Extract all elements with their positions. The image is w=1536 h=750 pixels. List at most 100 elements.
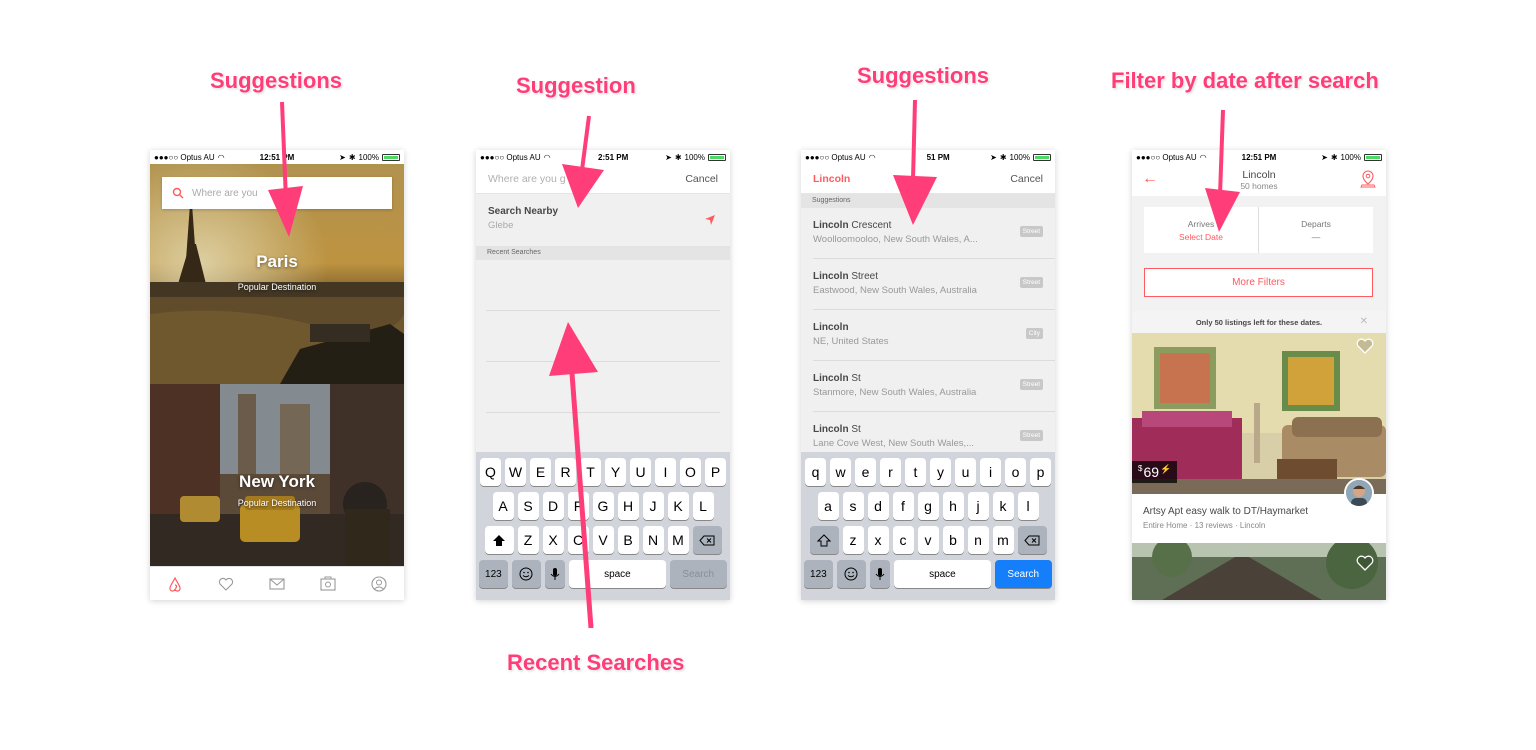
key[interactable]: s xyxy=(842,492,864,520)
key[interactable]: S xyxy=(517,492,539,520)
key[interactable]: y xyxy=(930,458,951,486)
search-key[interactable]: Search xyxy=(994,560,1052,588)
key[interactable]: w xyxy=(830,458,851,486)
key[interactable]: a xyxy=(817,492,839,520)
key[interactable]: V xyxy=(592,526,614,554)
key[interactable]: G xyxy=(592,492,614,520)
microphone-key-icon[interactable] xyxy=(869,560,891,588)
page-title: Lincoln xyxy=(1242,169,1276,181)
key[interactable]: X xyxy=(542,526,564,554)
key[interactable]: o xyxy=(1005,458,1026,486)
close-icon[interactable]: ✕ xyxy=(1360,316,1368,327)
key[interactable]: A xyxy=(492,492,514,520)
profile-icon[interactable] xyxy=(370,575,388,593)
key[interactable]: P xyxy=(705,458,726,486)
heart-icon[interactable] xyxy=(1356,338,1374,354)
numbers-key[interactable]: 123 xyxy=(804,560,833,588)
key[interactable]: t xyxy=(905,458,926,486)
heart-icon[interactable] xyxy=(1356,555,1374,571)
key[interactable]: m xyxy=(992,526,1014,554)
key[interactable]: Y xyxy=(605,458,626,486)
departs-date-button[interactable]: Departs — xyxy=(1259,207,1373,253)
space-key[interactable]: space xyxy=(569,560,666,588)
host-avatar[interactable] xyxy=(1344,478,1374,508)
carrier-label: ●●●○○ Optus AU xyxy=(480,152,541,162)
key[interactable]: U xyxy=(630,458,651,486)
key[interactable]: Z xyxy=(517,526,539,554)
key[interactable]: e xyxy=(855,458,876,486)
key[interactable]: g xyxy=(917,492,939,520)
key[interactable]: L xyxy=(692,492,714,520)
search-nearby-item[interactable]: Search Nearby Glebe xyxy=(476,194,730,245)
search-input[interactable]: Where are you xyxy=(162,177,392,209)
list-item[interactable]: Lincoln St Stanmore, New South Wales, Au… xyxy=(813,361,1055,412)
key[interactable]: I xyxy=(655,458,676,486)
key[interactable]: f xyxy=(892,492,914,520)
cancel-button[interactable]: Cancel xyxy=(1010,173,1043,185)
key[interactable]: k xyxy=(992,492,1014,520)
list-item[interactable] xyxy=(486,311,720,362)
list-item[interactable]: Lincoln Crescent Woolloomooloo, New Sout… xyxy=(813,208,1055,259)
numbers-key[interactable]: 123 xyxy=(479,560,508,588)
cancel-button[interactable]: Cancel xyxy=(685,173,718,185)
key[interactable]: R xyxy=(555,458,576,486)
key[interactable]: C xyxy=(567,526,589,554)
key[interactable]: J xyxy=(642,492,664,520)
key[interactable]: v xyxy=(917,526,939,554)
key[interactable]: H xyxy=(617,492,639,520)
key[interactable]: x xyxy=(867,526,889,554)
key[interactable]: z xyxy=(842,526,864,554)
list-item[interactable]: Lincoln NE, United States City xyxy=(813,310,1055,361)
search-key[interactable]: Search xyxy=(669,560,727,588)
key[interactable]: N xyxy=(642,526,664,554)
suggestion-type-badge: Street xyxy=(1019,226,1043,237)
backspace-key-icon[interactable] xyxy=(692,526,722,554)
backspace-key-icon[interactable] xyxy=(1017,526,1047,554)
key[interactable]: d xyxy=(867,492,889,520)
space-key[interactable]: space xyxy=(894,560,991,588)
more-filters-button[interactable]: More Filters xyxy=(1144,268,1373,297)
key[interactable]: h xyxy=(942,492,964,520)
listing-photo[interactable] xyxy=(1132,543,1386,600)
key[interactable]: u xyxy=(955,458,976,486)
key[interactable]: i xyxy=(980,458,1001,486)
key[interactable]: D xyxy=(542,492,564,520)
shift-key-icon[interactable] xyxy=(484,526,514,554)
listing-photo[interactable]: $69 ⚡ xyxy=(1132,333,1386,494)
key[interactable]: B xyxy=(617,526,639,554)
key[interactable]: j xyxy=(967,492,989,520)
key[interactable]: E xyxy=(530,458,551,486)
list-item[interactable] xyxy=(486,362,720,413)
destination-card-new-york[interactable]: New York Popular Destination xyxy=(150,384,404,566)
results-count: 50 homes xyxy=(1240,181,1278,191)
arrives-date-button[interactable]: Arrives Select Date xyxy=(1144,207,1259,253)
key[interactable]: r xyxy=(880,458,901,486)
search-input[interactable]: Lincoln xyxy=(813,173,850,185)
search-icon xyxy=(172,187,184,199)
key[interactable]: l xyxy=(1017,492,1039,520)
list-item[interactable]: Lincoln Street Eastwood, New South Wales… xyxy=(813,259,1055,310)
key[interactable]: K xyxy=(667,492,689,520)
key[interactable]: p xyxy=(1030,458,1051,486)
shift-key-icon[interactable] xyxy=(809,526,839,554)
key[interactable]: n xyxy=(967,526,989,554)
trips-icon[interactable] xyxy=(319,575,337,593)
airbnb-logo-icon[interactable] xyxy=(166,575,184,593)
list-item[interactable] xyxy=(486,260,720,311)
key[interactable]: O xyxy=(680,458,701,486)
search-input[interactable]: Where are you g xyxy=(488,173,566,185)
key[interactable]: M xyxy=(667,526,689,554)
key[interactable]: W xyxy=(505,458,526,486)
map-pin-icon[interactable] xyxy=(1360,170,1376,188)
heart-icon[interactable] xyxy=(217,575,235,593)
key[interactable]: q xyxy=(805,458,826,486)
key[interactable]: c xyxy=(892,526,914,554)
inbox-icon[interactable] xyxy=(268,575,286,593)
key[interactable]: b xyxy=(942,526,964,554)
microphone-key-icon[interactable] xyxy=(544,560,566,588)
key[interactable]: F xyxy=(567,492,589,520)
key[interactable]: Q xyxy=(480,458,501,486)
key[interactable]: T xyxy=(580,458,601,486)
emoji-key-icon[interactable] xyxy=(836,560,866,588)
emoji-key-icon[interactable] xyxy=(511,560,541,588)
